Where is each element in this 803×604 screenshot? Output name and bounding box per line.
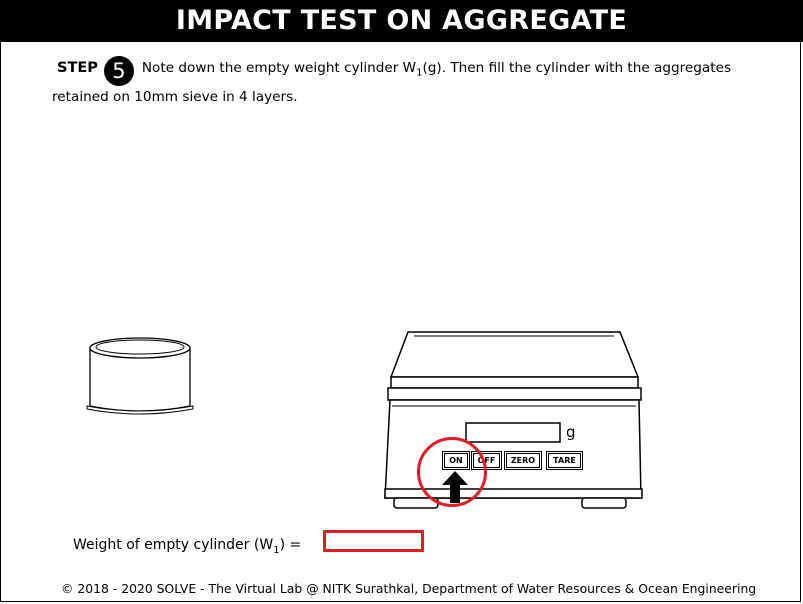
step-instruction: STEP 5 Note down the empty weight cylinder… bbox=[52, 56, 782, 108]
weight-label: Weight of empty cylinder (W1) = bbox=[73, 537, 301, 556]
arrow-up-icon bbox=[442, 471, 468, 503]
page-title: IMPACT TEST ON AGGREGATE bbox=[0, 0, 803, 42]
weighing-scale-illustration bbox=[384, 331, 643, 509]
step-label: STEP bbox=[57, 60, 98, 76]
off-button[interactable]: OFF bbox=[471, 451, 502, 470]
cylinder-illustration[interactable] bbox=[84, 330, 196, 420]
display-unit: g bbox=[566, 423, 576, 441]
step-number-badge: 5 bbox=[103, 56, 134, 86]
weight-label-start: Weight of empty cylinder (W bbox=[73, 537, 274, 553]
footer-text: © 2018 - 2020 SOLVE - The Virtual Lab @ … bbox=[61, 581, 757, 596]
zero-button[interactable]: ZERO bbox=[504, 451, 542, 470]
weight-label-end: ) = bbox=[279, 537, 302, 553]
tare-button[interactable]: TARE bbox=[546, 451, 583, 470]
on-button[interactable]: ON bbox=[442, 451, 470, 470]
instruction-text-start: Note down the empty weight cylinder W bbox=[141, 60, 417, 76]
weight-input[interactable] bbox=[323, 530, 424, 552]
